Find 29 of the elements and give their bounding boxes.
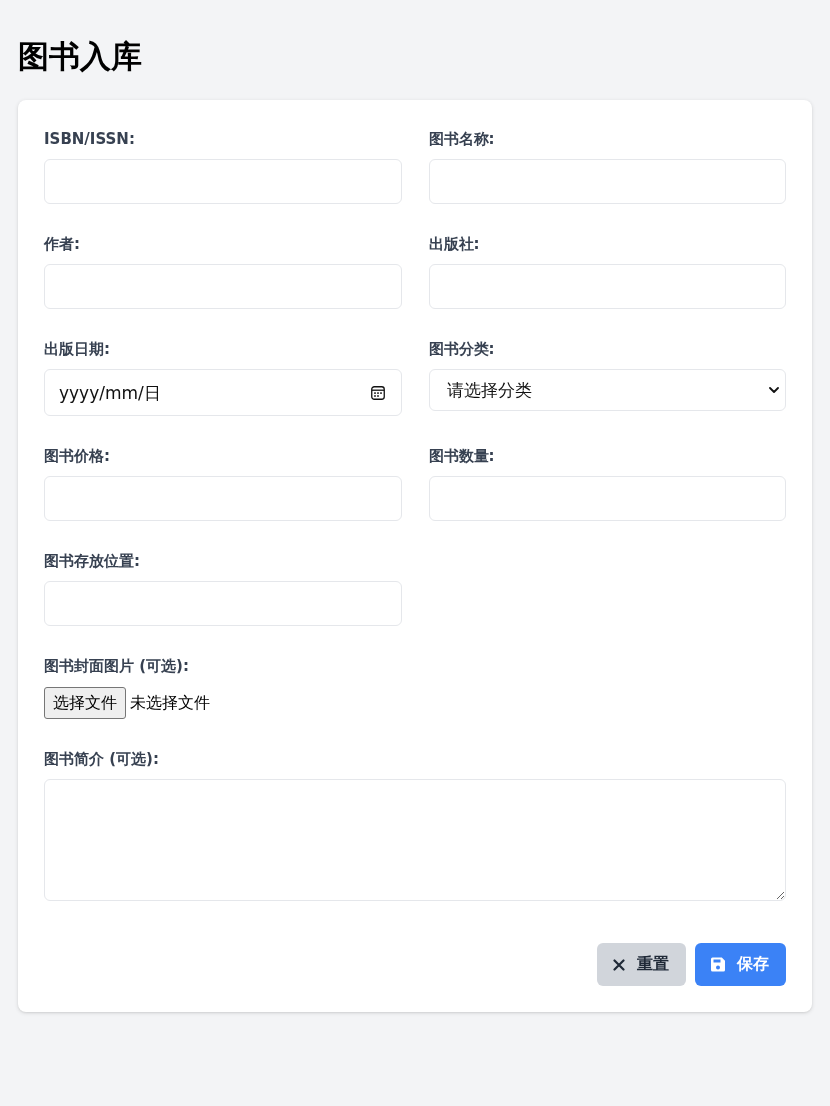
input-field[interactable] xyxy=(428,264,786,309)
field-label: 图书价格: xyxy=(44,446,110,466)
file-status-text: 未选择文件 xyxy=(130,692,210,714)
input-field[interactable] xyxy=(428,476,786,521)
input-field[interactable] xyxy=(44,159,402,204)
description-textarea[interactable] xyxy=(44,779,786,901)
choose-file-button[interactable]: 选择文件 xyxy=(44,687,126,719)
field-label: 出版社: xyxy=(428,234,480,254)
field-label: 图书名称: xyxy=(428,129,495,149)
field-label: 图书数量: xyxy=(428,446,495,466)
page-title: 图书入库 xyxy=(18,37,143,76)
save-button[interactable]: 保存 xyxy=(695,943,786,986)
date-field[interactable]: yyyy/mm/日 xyxy=(44,369,402,416)
input-field[interactable] xyxy=(44,476,402,521)
field-label: ISBN/ISSN: xyxy=(44,129,135,149)
chevron-down-icon xyxy=(769,387,779,393)
field-label: 图书封面图片 (可选): xyxy=(44,656,189,676)
field-label: 图书存放位置: xyxy=(44,551,140,571)
calendar-icon[interactable] xyxy=(370,385,385,400)
cross-icon xyxy=(613,958,625,971)
field-label: 作者: xyxy=(44,234,80,254)
field-label: 图书分类: xyxy=(428,339,495,359)
input-field[interactable] xyxy=(428,159,786,204)
reset-button[interactable]: 重置 xyxy=(597,943,686,986)
input-field[interactable] xyxy=(44,264,402,309)
input-field[interactable] xyxy=(44,581,402,626)
field-label: 图书简介 (可选): xyxy=(44,749,159,769)
field-label: 出版日期: xyxy=(44,339,110,359)
category-select[interactable]: 请选择分类 xyxy=(428,369,786,411)
